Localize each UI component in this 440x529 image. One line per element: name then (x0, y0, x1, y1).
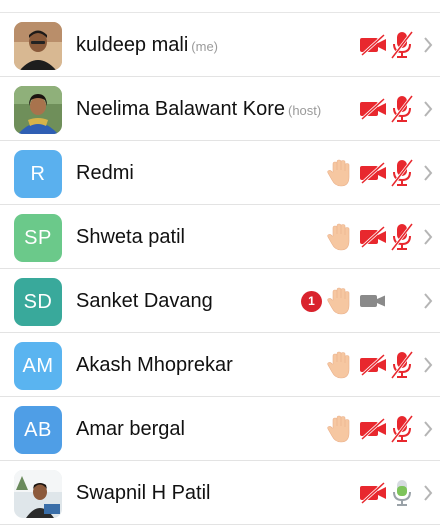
avatar: SD (14, 278, 62, 326)
participant-name: Akash Mhoprekar (76, 353, 233, 376)
raised-hand-icon (326, 222, 356, 252)
avatar-initials: R (30, 162, 46, 185)
participant-name: Neelima Balawant Kore (76, 97, 285, 120)
chevron-right-icon[interactable] (422, 355, 434, 375)
avatar-initials: AB (24, 418, 52, 441)
video-off-icon[interactable] (358, 478, 388, 508)
mic-muted-icon[interactable] (390, 222, 414, 252)
chevron-right-icon[interactable] (422, 483, 434, 503)
chevron-right-icon[interactable] (422, 163, 434, 183)
participant-row[interactable]: SD Sanket Davang 1 (0, 269, 440, 333)
participant-row[interactable]: AM Akash Mhoprekar (0, 333, 440, 397)
mic-active-icon[interactable] (390, 478, 414, 508)
video-off-icon[interactable] (358, 414, 388, 444)
mic-muted-icon[interactable] (390, 350, 414, 380)
raised-hand-icon (326, 414, 356, 444)
mic-muted-icon[interactable] (390, 414, 414, 444)
chevron-right-icon[interactable] (422, 419, 434, 439)
participant-name: Swapnil H Patil (76, 481, 211, 504)
participant-name: kuldeep mali (76, 33, 189, 56)
participants-list: kuldeep mali (me) Neelima Balawant Kore … (0, 13, 440, 525)
mic-muted-icon[interactable] (390, 30, 414, 60)
video-off-icon[interactable] (358, 158, 388, 188)
participant-name: Amar bergal (76, 417, 185, 440)
video-off-icon[interactable] (358, 350, 388, 380)
avatar: SP (14, 214, 62, 262)
participant-row[interactable]: SP Shweta patil (0, 205, 440, 269)
participant-role: (me) (191, 38, 219, 54)
avatar-initials: SP (24, 226, 52, 249)
mic-muted-icon[interactable] (390, 94, 414, 124)
raised-hand-icon (326, 158, 356, 188)
participant-row[interactable]: kuldeep mali (me) (0, 13, 440, 77)
raised-hand-icon (326, 286, 356, 316)
participant-row[interactable]: AB Amar bergal (0, 397, 440, 461)
mic-placeholder (390, 286, 422, 316)
participant-name: Shweta patil (76, 225, 185, 248)
participant-row[interactable]: R Redmi (0, 141, 440, 205)
participant-name: Sanket Davang (76, 289, 213, 312)
participant-role: (host) (288, 102, 322, 118)
mic-muted-icon[interactable] (390, 158, 414, 188)
participant-row[interactable]: Neelima Balawant Kore (host) (0, 77, 440, 141)
participant-name: Redmi (76, 161, 134, 184)
chevron-right-icon[interactable] (422, 35, 434, 55)
raised-hand-icon (326, 350, 356, 380)
video-camera-icon[interactable] (358, 286, 388, 316)
chevron-right-icon[interactable] (422, 227, 434, 247)
video-off-icon[interactable] (358, 94, 388, 124)
video-off-icon[interactable] (358, 30, 388, 60)
video-off-icon[interactable] (358, 222, 388, 252)
avatar: AB (14, 406, 62, 454)
avatar (14, 22, 62, 70)
avatar: R (14, 150, 62, 198)
avatar (14, 470, 62, 518)
avatar-initials: AM (22, 354, 54, 377)
avatar: AM (14, 342, 62, 390)
avatar-initials: SD (23, 290, 53, 313)
chevron-right-icon[interactable] (422, 291, 434, 311)
chevron-right-icon[interactable] (422, 99, 434, 119)
participant-row[interactable]: Swapnil H Patil (0, 461, 440, 525)
avatar (14, 86, 62, 134)
notification-badge: 1 (301, 290, 322, 312)
